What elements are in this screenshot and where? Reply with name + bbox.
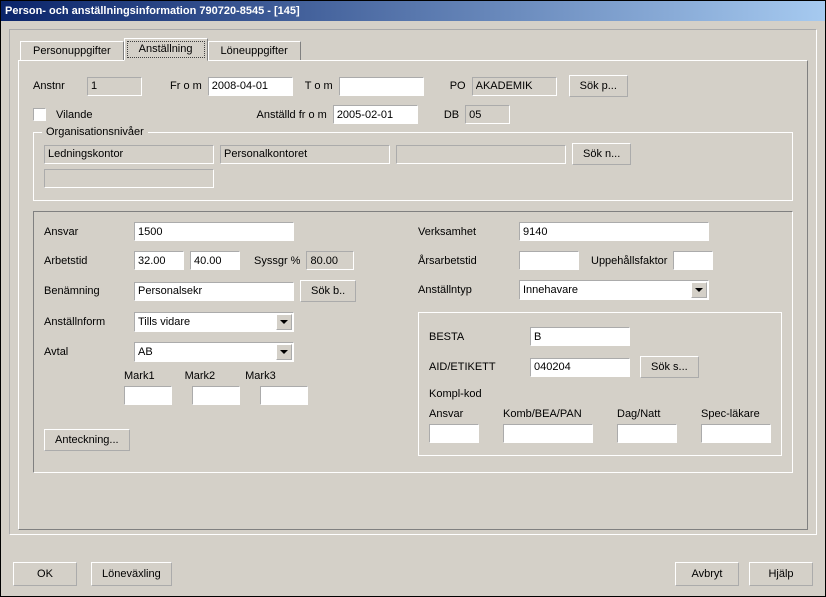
verksamhet-input[interactable] (519, 222, 709, 241)
anteckning-button[interactable]: Anteckning... (44, 429, 130, 451)
avbryt-button[interactable]: Avbryt (675, 562, 739, 586)
details-panel: Ansvar Arbetstid Syssgr % Benämning (33, 211, 793, 473)
mark1-input[interactable] (124, 386, 172, 405)
from-input[interactable] (208, 77, 293, 96)
besta-input[interactable] (530, 327, 630, 346)
tab-personuppgifter[interactable]: Personuppgifter (20, 41, 124, 60)
besta-fieldset: BESTA AID/ETIKETT Sök s... Kompl-kod (418, 312, 782, 456)
sokn-button[interactable]: Sök n... (572, 143, 631, 165)
uppehall-input[interactable] (673, 251, 713, 270)
arsarbetstid-input[interactable] (519, 251, 579, 270)
sokb-button[interactable]: Sök b.. (300, 280, 356, 302)
db-label: DB (444, 109, 459, 121)
chevron-down-icon[interactable] (276, 344, 292, 360)
chevron-down-icon[interactable] (691, 282, 707, 298)
ansvar-label: Ansvar (44, 226, 134, 238)
vilande-label: Vilande (56, 109, 93, 121)
left-column: Ansvar Arbetstid Syssgr % Benämning (44, 222, 398, 466)
window: Person- och anställningsinformation 7907… (0, 0, 826, 597)
mark1-label: Mark1 (124, 370, 155, 382)
speclakare-input[interactable] (701, 424, 771, 443)
vilande-checkbox[interactable] (33, 108, 46, 121)
db-input (465, 105, 510, 124)
anstalld-from-input[interactable] (333, 105, 418, 124)
from-label: Fr o m (170, 80, 202, 92)
tom-label: T o m (305, 80, 333, 92)
org-n2 (220, 145, 390, 164)
chevron-down-icon[interactable] (276, 314, 292, 330)
bottom-buttons: OK Löneväxling Avbryt Hjälp (13, 562, 813, 586)
client-area: Personuppgifter Anställning Löneuppgifte… (1, 21, 825, 596)
kompl-ansvar-input[interactable] (429, 424, 479, 443)
tab-anstallning[interactable]: Anställning (124, 38, 208, 61)
sokp-button[interactable]: Sök p... (569, 75, 628, 97)
org-n1 (44, 145, 214, 164)
dagnatt-input[interactable] (617, 424, 677, 443)
besta-label: BESTA (429, 331, 524, 343)
tom-input[interactable] (339, 77, 424, 96)
tab-content: Anstnr Fr o m T o m PO Sök p... Vilande … (18, 60, 808, 530)
ok-button[interactable]: OK (13, 562, 77, 586)
tab-loneuppgifter[interactable]: Löneuppgifter (208, 41, 301, 60)
anstalld-from-label: Anställd fr o m (257, 109, 327, 121)
po-label: PO (450, 80, 466, 92)
arsarbetstid-label: Årsarbetstid (418, 255, 513, 267)
mark2-input[interactable] (192, 386, 240, 405)
org-legend: Organisationsnivåer (42, 126, 148, 138)
avtal-value: AB (138, 346, 153, 358)
arbetstid1-input[interactable] (134, 251, 184, 270)
aid-etikett-label: AID/ETIKETT (429, 361, 524, 373)
org-n4 (44, 169, 214, 188)
benamning-label: Benämning (44, 285, 134, 297)
tabstrip: Personuppgifter Anställning Löneuppgifte… (20, 38, 808, 60)
kompl-ansvar-label: Ansvar (429, 408, 479, 420)
arbetstid2-input[interactable] (190, 251, 240, 270)
right-column: Verksamhet Årsarbetstid Uppehållsfaktor … (418, 222, 782, 466)
org-fieldset: Organisationsnivåer Sök n... (33, 132, 793, 201)
speclakare-label: Spec-läkare (701, 408, 760, 420)
mark3-label: Mark3 (245, 370, 276, 382)
lonevaxling-button[interactable]: Löneväxling (91, 562, 172, 586)
anstallntyp-label: Anställntyp (418, 284, 513, 296)
anstallntyp-select[interactable]: Innehavare (519, 280, 709, 300)
hjalp-button[interactable]: Hjälp (749, 562, 813, 586)
avtal-label: Avtal (44, 346, 134, 358)
syssgr-input (306, 251, 354, 270)
po-input (472, 77, 557, 96)
mark3-input[interactable] (260, 386, 308, 405)
benamning-input[interactable] (134, 282, 294, 301)
panel: Personuppgifter Anställning Löneuppgifte… (9, 29, 817, 535)
soks-button[interactable]: Sök s... (640, 356, 699, 378)
uppehall-label: Uppehållsfaktor (591, 255, 667, 267)
syssgr-label: Syssgr % (254, 255, 300, 267)
dagnatt-label: Dag/Natt (617, 408, 677, 420)
aid-etikett-input[interactable] (530, 358, 630, 377)
org-n3 (396, 145, 566, 164)
ansvar-input[interactable] (134, 222, 294, 241)
anstnr-label: Anstnr (33, 80, 81, 92)
komplkod-label: Kompl-kod (429, 388, 524, 400)
arbetstid-label: Arbetstid (44, 255, 134, 267)
komb-input[interactable] (503, 424, 593, 443)
avtal-select[interactable]: AB (134, 342, 294, 362)
window-title: Person- och anställningsinformation 7907… (5, 5, 300, 17)
komb-label: Komb/BEA/PAN (503, 408, 593, 420)
anstallntyp-value: Innehavare (523, 284, 578, 296)
anstallnform-select[interactable]: Tills vidare (134, 312, 294, 332)
verksamhet-label: Verksamhet (418, 226, 513, 238)
anstallnform-label: Anställnform (44, 316, 134, 328)
anstnr-input (87, 77, 142, 96)
anstallnform-value: Tills vidare (138, 316, 190, 328)
titlebar[interactable]: Person- och anställningsinformation 7907… (1, 1, 825, 21)
mark2-label: Mark2 (185, 370, 216, 382)
